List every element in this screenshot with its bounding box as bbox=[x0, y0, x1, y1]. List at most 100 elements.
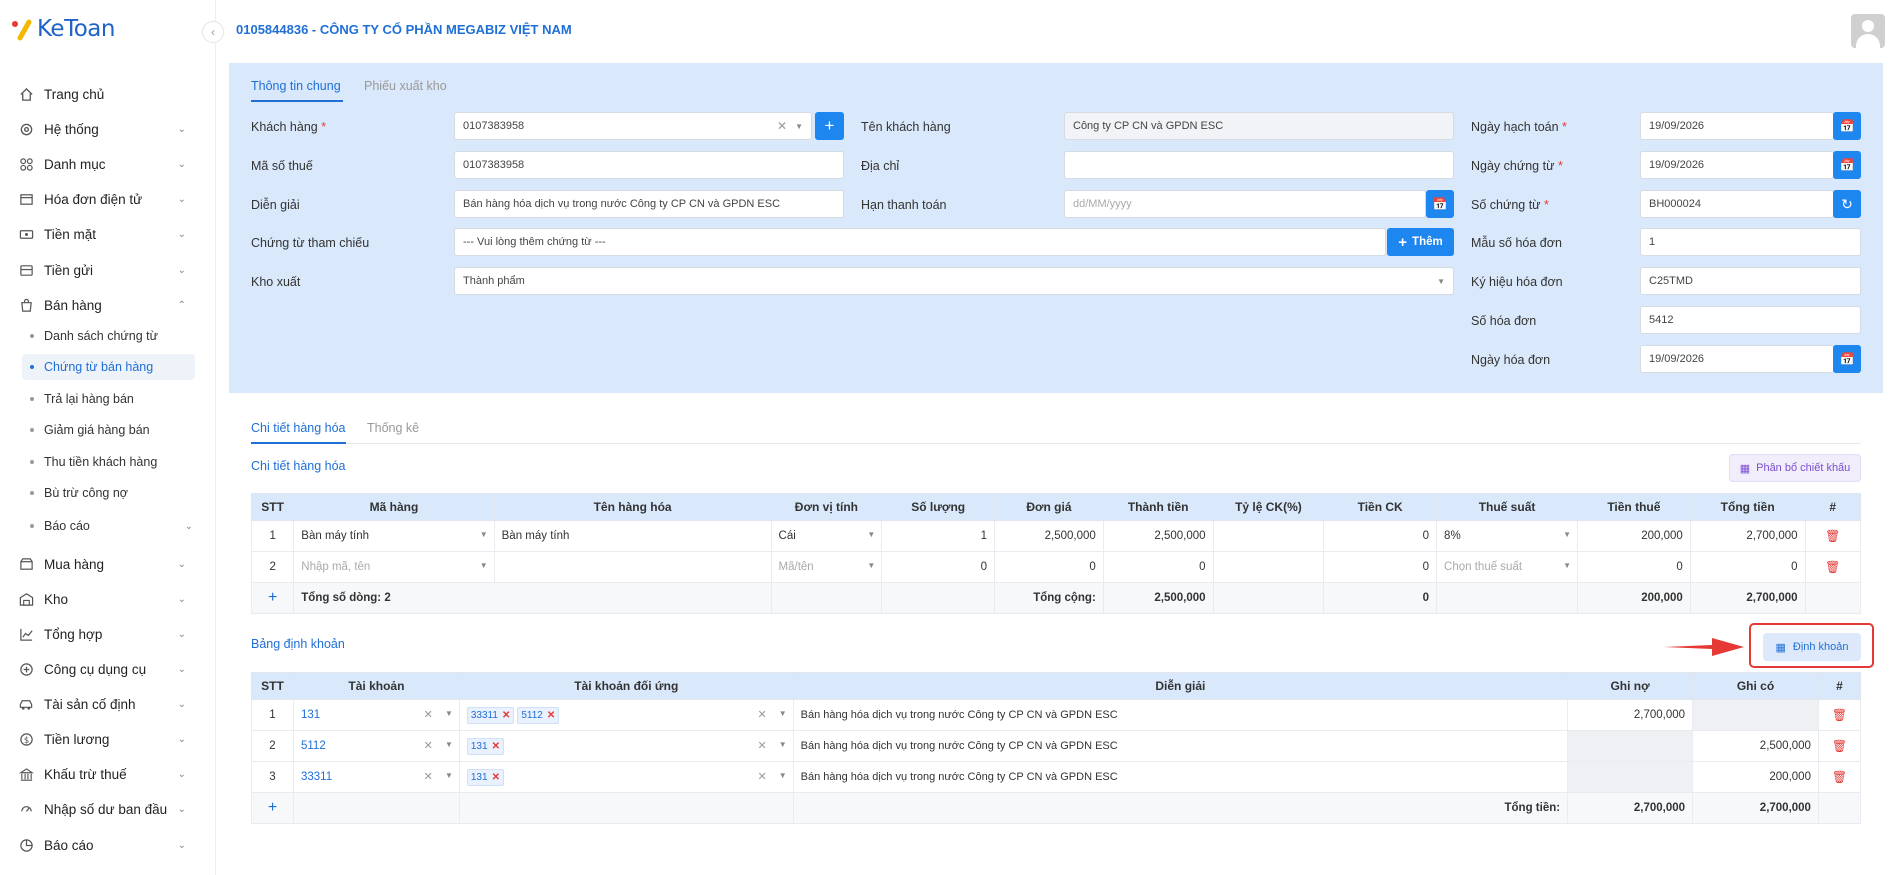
credit-cell[interactable]: 200,000 bbox=[1692, 761, 1819, 793]
tab-statistics[interactable]: Thống kê bbox=[367, 421, 419, 435]
sidebar-item-tax-deduction[interactable]: Khấu trừ thuế ⌄ bbox=[18, 762, 190, 786]
sidebar-subitem-report[interactable]: Báo cáo ⌄ bbox=[30, 513, 195, 539]
address-field[interactable] bbox=[1064, 151, 1454, 179]
remove-tag-icon[interactable]: ✕ bbox=[492, 741, 500, 752]
contra-account-select[interactable]: 131 ✕ ✕ ▼ bbox=[458, 730, 794, 762]
entry-description[interactable]: Bán hàng hóa dịch vụ trong nước Công ty … bbox=[792, 761, 1569, 793]
amount-cell[interactable]: 2,500,000 bbox=[1102, 520, 1214, 552]
collapse-sidebar-button[interactable]: ‹ bbox=[202, 21, 224, 43]
sidebar-subitem-document-list[interactable]: Danh sách chứng từ bbox=[30, 323, 158, 349]
avatar[interactable] bbox=[1851, 14, 1885, 48]
delete-row-button[interactable]: 🗑 bbox=[1817, 761, 1862, 793]
entry-description[interactable]: Bán hàng hóa dịch vụ trong nước Công ty … bbox=[792, 699, 1569, 731]
total-cell[interactable]: 0 bbox=[1689, 551, 1806, 583]
account-select[interactable]: 131 ✕ ▼ bbox=[292, 699, 460, 731]
total-cell[interactable]: 2,700,000 bbox=[1689, 520, 1806, 552]
invoice-symbol-field[interactable]: C25TMD bbox=[1640, 267, 1861, 295]
delete-row-button[interactable]: 🗑 bbox=[1817, 730, 1862, 762]
sidebar-item-tools[interactable]: Công cụ dụng cụ ⌄ bbox=[18, 657, 190, 681]
sidebar-item-sales[interactable]: Bán hàng ⌃ bbox=[18, 293, 190, 317]
tax-cell[interactable]: 200,000 bbox=[1577, 520, 1691, 552]
invoice-form-field[interactable]: 1 bbox=[1640, 228, 1861, 256]
tax-code-field[interactable]: 0107383958 bbox=[454, 151, 844, 179]
tab-general-info[interactable]: Thông tin chung bbox=[251, 79, 341, 93]
posting-date-calendar-button[interactable]: 📅 bbox=[1833, 112, 1861, 140]
sidebar-item-summary[interactable]: Tổng hợp ⌄ bbox=[18, 622, 190, 646]
entry-description[interactable]: Bán hàng hóa dịch vụ trong nước Công ty … bbox=[792, 730, 1569, 762]
sidebar-item-deposit[interactable]: Tiền gửi ⌄ bbox=[18, 258, 190, 282]
discount-rate-cell[interactable] bbox=[1212, 551, 1325, 583]
sidebar-item-catalog[interactable]: Danh mục ⌄ bbox=[18, 152, 190, 176]
amount-cell[interactable]: 0 bbox=[1102, 551, 1214, 583]
price-cell[interactable]: 0 bbox=[994, 551, 1104, 583]
sidebar-item-cash[interactable]: Tiền mặt ⌄ bbox=[18, 222, 190, 246]
item-code-select[interactable]: Bàn máy tính ▼ bbox=[293, 520, 495, 552]
tab-warehouse-slip[interactable]: Phiếu xuất kho bbox=[364, 79, 447, 93]
remove-tag-icon[interactable]: ✕ bbox=[492, 772, 500, 783]
clear-icon[interactable]: ✕ bbox=[777, 119, 787, 133]
document-date-calendar-button[interactable]: 📅 bbox=[1833, 151, 1861, 179]
sidebar-subitem-sales-discount[interactable]: Giảm giá hàng bán bbox=[30, 417, 150, 443]
credit-cell[interactable]: 2,500,000 bbox=[1692, 730, 1819, 762]
price-cell[interactable]: 2,500,000 bbox=[994, 520, 1104, 552]
remove-tag-icon[interactable]: ✕ bbox=[502, 710, 510, 721]
item-name-cell[interactable] bbox=[493, 551, 772, 583]
warehouse-select[interactable]: Thành phẩm ▼ bbox=[454, 267, 1454, 295]
description-field[interactable]: Bán hàng hóa dịch vụ trong nước Công ty … bbox=[454, 190, 844, 218]
sidebar-subitem-customer-collection[interactable]: Thu tiền khách hàng bbox=[30, 449, 157, 475]
contra-account-select[interactable]: 33311 ✕ 5112 ✕ ✕ ▼ bbox=[458, 699, 794, 731]
clear-icon[interactable]: ✕ bbox=[757, 770, 766, 783]
delete-row-button[interactable]: 🗑 bbox=[1804, 551, 1862, 583]
item-code-select[interactable]: Nhập mã, tên ▼ bbox=[293, 551, 495, 583]
clear-icon[interactable]: ✕ bbox=[757, 708, 766, 721]
clear-icon[interactable]: ✕ bbox=[424, 739, 433, 752]
sidebar-item-fixed-assets[interactable]: Tài sản cố định ⌄ bbox=[18, 692, 190, 716]
quantity-cell[interactable]: 0 bbox=[881, 551, 996, 583]
customer-name-field[interactable]: Công ty CP CN và GPDN ESC bbox=[1064, 112, 1454, 140]
discount-cell[interactable]: 0 bbox=[1323, 551, 1438, 583]
refresh-number-button[interactable]: ↻ bbox=[1833, 190, 1861, 218]
clear-icon[interactable]: ✕ bbox=[757, 739, 766, 752]
account-select[interactable]: 5112 ✕ ▼ bbox=[292, 730, 460, 762]
quantity-cell[interactable]: 1 bbox=[881, 520, 996, 552]
sidebar-item-warehouse[interactable]: Kho ⌄ bbox=[18, 587, 190, 611]
sidebar-item-home[interactable]: Trang chủ bbox=[18, 82, 190, 106]
unit-select[interactable]: Cái ▼ bbox=[770, 520, 883, 552]
contra-account-select[interactable]: 131 ✕ ✕ ▼ bbox=[458, 761, 794, 793]
remove-tag-icon[interactable]: ✕ bbox=[547, 710, 555, 721]
delete-row-button[interactable]: 🗑 bbox=[1804, 520, 1862, 552]
invoice-date-field[interactable]: 19/09/2026 bbox=[1640, 345, 1834, 373]
sidebar-item-purchase[interactable]: Mua hàng ⌄ bbox=[18, 552, 190, 576]
generate-entries-button[interactable]: ▦ Định khoản bbox=[1763, 633, 1861, 661]
debit-cell[interactable]: 2,700,000 bbox=[1567, 699, 1694, 731]
unit-select[interactable]: Mã/tên ▼ bbox=[770, 551, 883, 583]
invoice-date-calendar-button[interactable]: 📅 bbox=[1833, 345, 1861, 373]
sidebar-item-system[interactable]: Hệ thống ⌄ bbox=[18, 117, 190, 141]
tab-goods-detail[interactable]: Chi tiết hàng hóa bbox=[251, 421, 346, 435]
clear-icon[interactable]: ✕ bbox=[424, 708, 433, 721]
add-customer-button[interactable]: + bbox=[815, 112, 844, 140]
add-row-button[interactable]: + bbox=[250, 582, 295, 614]
sidebar-item-opening-balance[interactable]: Nhập số dư ban đầu ⌄ bbox=[18, 797, 190, 821]
sidebar-item-salary[interactable]: $ Tiền lương ⌄ bbox=[18, 727, 190, 751]
add-entry-button[interactable]: + bbox=[251, 792, 294, 824]
sidebar-subitem-debt-offset[interactable]: Bù trừ công nợ bbox=[30, 480, 128, 506]
discount-cell[interactable]: 0 bbox=[1323, 520, 1438, 552]
tax-cell[interactable]: 0 bbox=[1577, 551, 1691, 583]
document-number-field[interactable]: BH000024 bbox=[1640, 190, 1834, 218]
invoice-number-field[interactable]: 5412 bbox=[1640, 306, 1861, 334]
allocate-discount-button[interactable]: ▦ Phân bổ chiết khấu bbox=[1729, 454, 1861, 482]
customer-select[interactable]: 0107383958 ✕ ▼ bbox=[454, 112, 812, 140]
add-reference-button[interactable]: + Thêm bbox=[1387, 228, 1454, 256]
app-logo[interactable]: KeToan bbox=[11, 16, 115, 42]
sidebar-item-einvoice[interactable]: Hóa đơn điện tử ⌄ bbox=[18, 187, 190, 211]
vat-select[interactable]: 8% ▼ bbox=[1436, 520, 1578, 552]
due-date-calendar-button[interactable]: 📅 bbox=[1426, 190, 1454, 218]
sidebar-item-reports[interactable]: Báo cáo ⌄ bbox=[18, 833, 190, 857]
due-date-field[interactable]: dd/MM/yyyy bbox=[1064, 190, 1426, 218]
discount-rate-cell[interactable] bbox=[1212, 520, 1325, 552]
vat-select[interactable]: Chọn thuế suất ▼ bbox=[1436, 551, 1578, 583]
clear-icon[interactable]: ✕ bbox=[424, 770, 433, 783]
posting-date-field[interactable]: 19/09/2026 bbox=[1640, 112, 1834, 140]
sidebar-subitem-sales-document[interactable]: Chứng từ bán hàng bbox=[22, 354, 195, 380]
